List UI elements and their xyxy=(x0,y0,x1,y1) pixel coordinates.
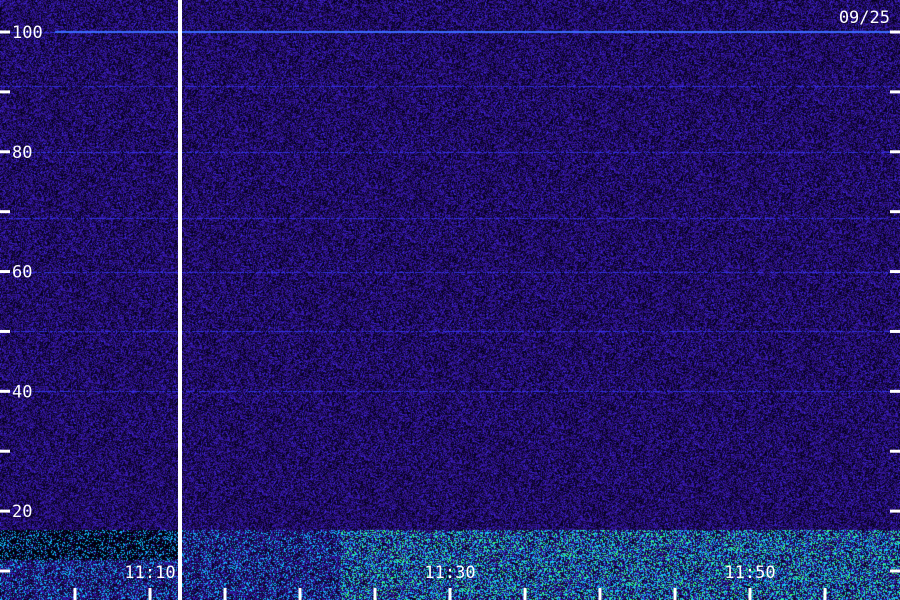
date-label: 09/25 xyxy=(839,8,890,28)
y-tick-label: 40 xyxy=(12,382,32,402)
waterfall-spectrogram: 20 40 60 80 100 11:10 11:30 11:50 09/25 xyxy=(0,0,900,600)
x-tick-label: 11:30 xyxy=(424,563,475,583)
y-tick-label: 20 xyxy=(12,502,32,522)
y-tick-label: 100 xyxy=(12,23,43,43)
axis-overlay: 20 40 60 80 100 11:10 11:30 11:50 09/25 xyxy=(0,0,900,600)
x-tick-label: 11:10 xyxy=(124,563,175,583)
x-axis-ticks: 11:10 11:30 11:50 xyxy=(73,563,827,600)
y-tick-label: 80 xyxy=(12,143,32,163)
x-tick-label: 11:50 xyxy=(724,563,775,583)
y-tick-label: 60 xyxy=(12,263,32,283)
y-axis-ticks: 20 40 60 80 100 xyxy=(0,23,900,573)
